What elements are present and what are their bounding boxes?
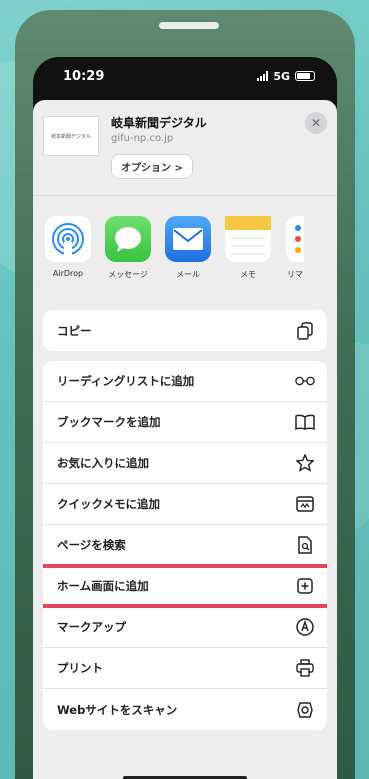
markup-icon bbox=[295, 617, 315, 637]
mail-icon bbox=[165, 216, 211, 262]
action-bookmark[interactable]: ブックマークを追加 bbox=[43, 402, 327, 443]
app-label: メッセージ bbox=[108, 270, 148, 279]
actions-group: リーディングリストに追加 ブックマークを追加 お気に入りに追加 クイックメモに追… bbox=[43, 361, 327, 730]
share-header: 岐阜新聞デジタル 岐阜新聞デジタル gifu-np.co.jp オプション > … bbox=[33, 100, 337, 195]
plus-square-icon bbox=[295, 576, 315, 596]
action-label: プリント bbox=[57, 661, 103, 675]
action-copy[interactable]: コピー bbox=[43, 310, 327, 351]
site-thumbnail: 岐阜新聞デジタル bbox=[43, 116, 99, 156]
phone-screen: 10:29 5G 岐阜新聞デジタル 岐阜新聞デジタル gifu-np.co.jp… bbox=[33, 57, 337, 779]
signal-icon bbox=[257, 71, 269, 81]
action-print[interactable]: プリント bbox=[43, 648, 327, 689]
action-markup[interactable]: マークアップ bbox=[43, 607, 327, 648]
app-reminders[interactable]: リマ bbox=[285, 216, 305, 310]
action-label: マークアップ bbox=[57, 620, 126, 634]
options-button[interactable]: オプション > bbox=[111, 154, 193, 179]
copy-group: コピー bbox=[43, 310, 327, 351]
network-label: 5G bbox=[273, 69, 290, 83]
action-label: ブックマークを追加 bbox=[57, 415, 161, 429]
app-label: メール bbox=[176, 270, 200, 279]
site-url: gifu-np.co.jp bbox=[111, 133, 174, 144]
app-airdrop[interactable]: AirDrop bbox=[45, 216, 91, 310]
phone-frame: 10:29 5G 岐阜新聞デジタル 岐阜新聞デジタル gifu-np.co.jp… bbox=[15, 10, 355, 779]
share-sheet: 岐阜新聞デジタル 岐阜新聞デジタル gifu-np.co.jp オプション > … bbox=[33, 100, 337, 779]
action-label: コピー bbox=[57, 323, 92, 338]
status-time: 10:29 bbox=[63, 68, 105, 84]
app-row: AirDrop メッセージ メール メモ リマ bbox=[33, 195, 337, 310]
action-label: ホーム画面に追加 bbox=[57, 579, 149, 593]
action-add-to-home-screen[interactable]: ホーム画面に追加 bbox=[43, 564, 327, 608]
phone-speaker bbox=[159, 22, 219, 29]
notes-icon bbox=[225, 216, 271, 262]
close-icon: ✕ bbox=[310, 116, 322, 130]
app-label: メモ bbox=[240, 270, 256, 279]
battery-icon bbox=[295, 71, 315, 81]
messages-icon bbox=[105, 216, 151, 262]
app-label: AirDrop bbox=[52, 269, 84, 278]
action-label: リーディングリストに追加 bbox=[57, 374, 195, 388]
action-find-page[interactable]: ページを検索 bbox=[43, 525, 327, 566]
action-quick-note[interactable]: クイックメモに追加 bbox=[43, 484, 327, 525]
action-label: Webサイトをスキャン bbox=[57, 702, 178, 717]
scan-icon bbox=[295, 700, 315, 720]
action-reading-list[interactable]: リーディングリストに追加 bbox=[43, 361, 327, 402]
close-button[interactable]: ✕ bbox=[305, 112, 327, 134]
copy-icon bbox=[295, 321, 315, 341]
app-mail[interactable]: メール bbox=[165, 216, 211, 310]
airdrop-icon bbox=[45, 216, 91, 262]
status-bar: 10:29 5G bbox=[33, 57, 337, 95]
thumbnail-text: 岐阜新聞デジタル bbox=[51, 133, 91, 140]
action-label: ページを検索 bbox=[57, 538, 126, 552]
site-title: 岐阜新聞デジタル bbox=[111, 116, 207, 130]
app-label: リマ bbox=[287, 270, 303, 279]
glasses-icon bbox=[295, 371, 315, 391]
action-label: お気に入りに追加 bbox=[57, 456, 149, 470]
action-label: クイックメモに追加 bbox=[57, 497, 161, 511]
book-icon bbox=[295, 412, 315, 432]
app-memo[interactable]: メモ bbox=[225, 216, 271, 310]
action-favorites[interactable]: お気に入りに追加 bbox=[43, 443, 327, 484]
find-page-icon bbox=[295, 535, 315, 555]
quick-note-icon bbox=[295, 494, 315, 514]
star-icon bbox=[295, 453, 315, 473]
action-scan-website[interactable]: Webサイトをスキャン bbox=[43, 689, 327, 730]
printer-icon bbox=[295, 658, 315, 678]
reminders-icon bbox=[286, 216, 304, 262]
app-messages[interactable]: メッセージ bbox=[105, 216, 151, 310]
